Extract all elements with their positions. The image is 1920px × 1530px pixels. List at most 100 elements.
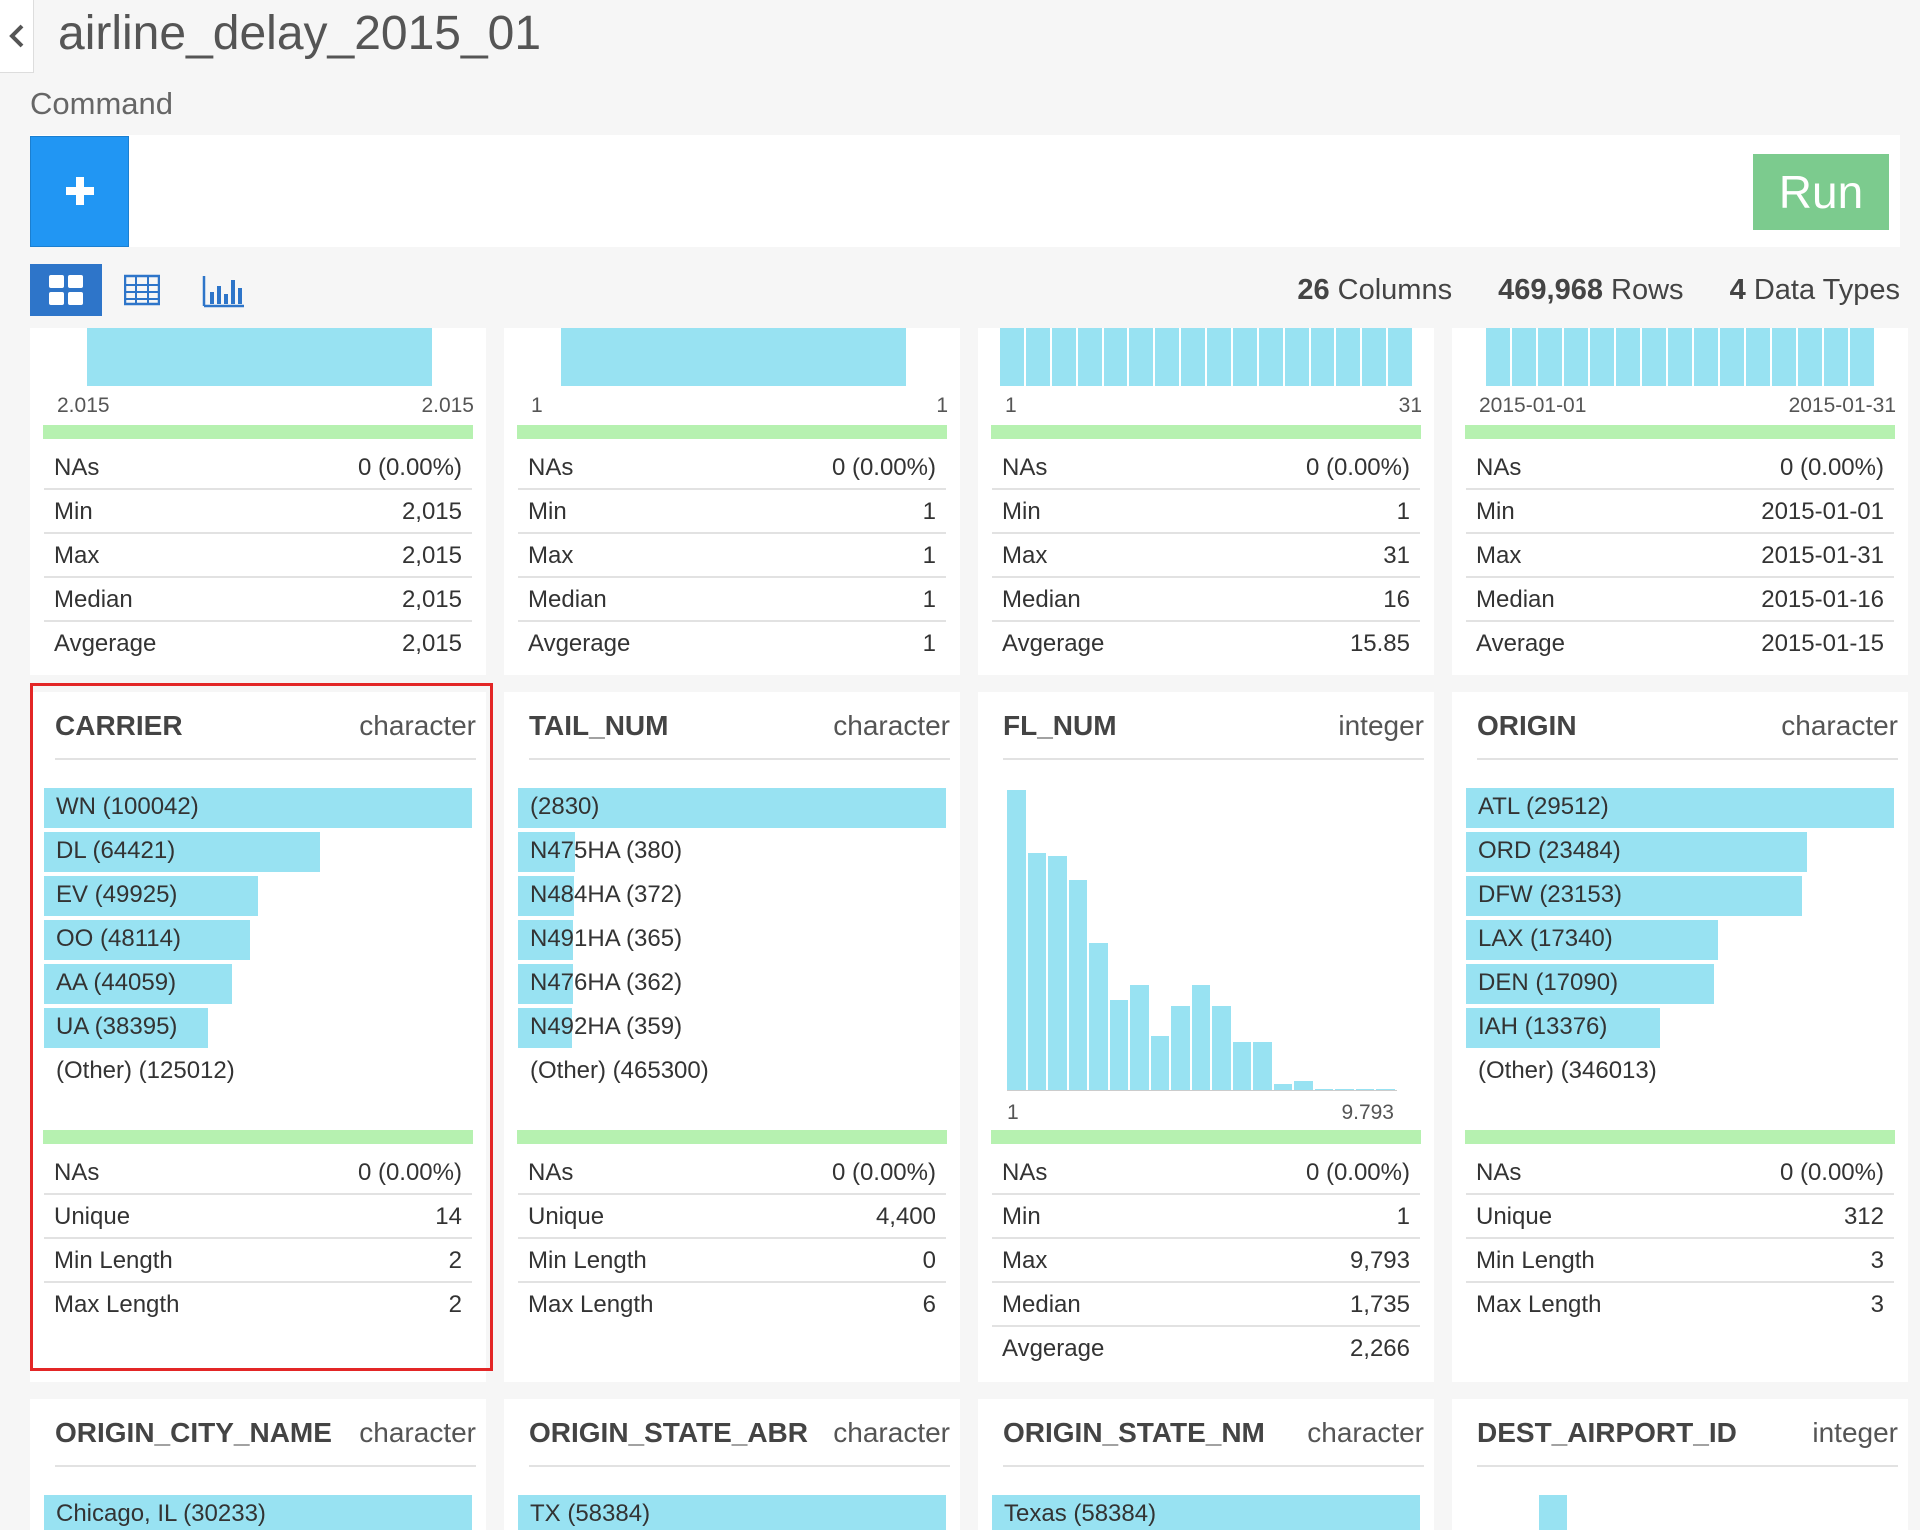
stat-label: NAs: [528, 454, 574, 481]
column-name: ORIGIN_CITY_NAME: [55, 1417, 332, 1448]
stat-row: NAs 0 (0.00%): [44, 446, 472, 490]
axis-min-label: 1: [1007, 1101, 1019, 1124]
histogram-bar: [1027, 853, 1047, 1090]
stat-label: Min Length: [528, 1247, 647, 1274]
card-header: DEST_AIRPORT_ID integer: [1477, 1417, 1898, 1467]
completeness-bar: [991, 425, 1421, 439]
column-card-origin[interactable]: ORIGIN character ATL (29512) ORD (23484)…: [1452, 692, 1908, 1382]
column-type: character: [833, 1417, 950, 1448]
stat-value: 4,400: [875, 1203, 936, 1230]
histogram-bar: [1207, 328, 1231, 386]
bar-row: N491HA (365): [518, 918, 946, 962]
stat-value: 2015-01-01: [1761, 498, 1884, 525]
stat-value: 2015-01-15: [1761, 630, 1884, 657]
table-view-icon: [124, 274, 160, 306]
stat-value: 31: [1383, 542, 1410, 569]
column-card[interactable]: 2.015 2.015 NAs 0 (0.00%) Min 2,015 Max 2,0…: [30, 328, 486, 675]
bar-label: TX (58384): [530, 1500, 651, 1527]
chart-view-icon: [202, 276, 244, 308]
bar-label: IAH (13376): [1478, 1013, 1608, 1040]
table-view-button[interactable]: [106, 264, 178, 316]
run-button[interactable]: Run: [1753, 154, 1889, 230]
histogram-bar: [1130, 985, 1149, 1090]
stat-value: 1: [1396, 1203, 1410, 1230]
bar-row: LAX (17340): [1466, 918, 1894, 962]
chart-view-button[interactable]: [184, 264, 256, 316]
bar-row: IAH (13376): [1466, 1006, 1894, 1050]
card-header: FL_NUM integer: [1003, 710, 1424, 760]
stats-table: NAs 0 (0.00%) Unique 4,400 Min Length 0 Max…: [518, 1151, 946, 1327]
histogram-bar: [1155, 328, 1180, 386]
bar-label: LAX (17340): [1478, 925, 1613, 952]
stat-row: Min 1: [992, 1195, 1420, 1239]
types-label: Data Types: [1753, 274, 1900, 306]
histogram-bar: [1694, 328, 1718, 386]
other-label: (Other) (346013): [1478, 1057, 1657, 1084]
histogram-bar: [1089, 943, 1108, 1090]
stat-value: 6: [922, 1291, 936, 1318]
stat-label: Max: [1002, 542, 1048, 569]
value-bars: TX (58384): [518, 1493, 946, 1530]
grid-view-button[interactable]: [30, 264, 102, 316]
histogram: [1007, 790, 1397, 1091]
column-card-fl-num[interactable]: FL_NUM integer 1 9.793 NAs 0 (0.00%) Min 1…: [978, 692, 1434, 1382]
stat-row: NAs 0 (0.00%): [992, 1151, 1420, 1195]
column-type: character: [1307, 1417, 1424, 1448]
stat-label: Median: [528, 586, 607, 613]
stats-table: NAs 0 (0.00%) Min 2015-01-01 Max 2015-01-31…: [1466, 446, 1894, 666]
stat-row: NAs 0 (0.00%): [518, 446, 946, 490]
histogram-bar: [1336, 328, 1361, 386]
card-header: ORIGIN_CITY_NAME character: [55, 1417, 476, 1467]
bar-label: DEN (17090): [1478, 969, 1619, 996]
stat-row: Median 16: [992, 578, 1420, 622]
completeness-bar: [517, 425, 947, 439]
back-button[interactable]: [0, 0, 34, 73]
column-card[interactable]: 1 1 NAs 0 (0.00%) Min 1 Max 1 Median 1 Avger…: [504, 328, 960, 675]
completeness-bar: [1465, 425, 1895, 439]
command-input[interactable]: [30, 135, 1900, 247]
stat-row: Max 31: [992, 534, 1420, 578]
histogram-bar: [1284, 328, 1309, 386]
histogram-bar: [1314, 1088, 1334, 1090]
histogram-bar: [1258, 328, 1283, 386]
stat-row: Avgerage 1: [518, 622, 946, 666]
bar-row: N492HA (359): [518, 1006, 946, 1050]
stat-label: Min: [1002, 1203, 1041, 1230]
column-name: TAIL_NUM: [529, 710, 669, 741]
stat-value: 3: [1870, 1247, 1884, 1274]
histogram-bar: [1355, 1088, 1375, 1090]
histogram-bar: [1388, 328, 1412, 386]
grid-view-icon: [49, 275, 83, 305]
histogram-bar: [1294, 1081, 1313, 1090]
histogram-bar: [87, 328, 432, 386]
stats-table: NAs 0 (0.00%) Min 1 Max 31 Median 16 Avgerag…: [992, 446, 1420, 666]
stat-label: NAs: [528, 1159, 574, 1186]
bar-label: N475HA (380): [530, 837, 683, 864]
stat-value: 0: [922, 1247, 936, 1274]
stat-row: Average 2015-01-15: [1466, 622, 1894, 666]
column-card-origin-state-abr[interactable]: ORIGIN_STATE_ABR character TX (58384): [504, 1399, 960, 1530]
add-command-button[interactable]: [30, 136, 129, 247]
value-bars: Chicago, IL (30233): [44, 1493, 472, 1530]
stat-label: NAs: [1002, 1159, 1048, 1186]
column-card-origin-city-name[interactable]: ORIGIN_CITY_NAME character Chicago, IL (…: [30, 1399, 486, 1530]
stat-row: Median 2,015: [44, 578, 472, 622]
stat-label: Max: [1476, 542, 1522, 569]
stat-row: Min Length 0: [518, 1239, 946, 1283]
column-card[interactable]: 1 31 NAs 0 (0.00%) Min 1 Max 31 Median 16 Av…: [978, 328, 1434, 675]
stat-value: 0 (0.00%): [1305, 1159, 1410, 1186]
column-card-dest-airport-id[interactable]: DEST_AIRPORT_ID integer: [1452, 1399, 1908, 1530]
other-row: (Other) (346013): [1466, 1050, 1894, 1094]
bar-row: N475HA (380): [518, 830, 946, 874]
bar-row: N476HA (362): [518, 962, 946, 1006]
stat-row: Max Length 3: [1466, 1283, 1894, 1327]
histogram-bar: [1720, 328, 1744, 386]
stat-row: Unique 4,400: [518, 1195, 946, 1239]
axis-max-label: 2.015: [421, 394, 474, 417]
column-card-tail-num[interactable]: TAIL_NUM character (2830) N475HA (380) N…: [504, 692, 960, 1382]
card-header: ORIGIN_STATE_NM character: [1003, 1417, 1424, 1467]
bar-row: N484HA (372): [518, 874, 946, 918]
histogram-bar: [1798, 328, 1822, 386]
column-card[interactable]: 2015-01-01 2015-01-31 NAs 0 (0.00%) Min 20…: [1452, 328, 1908, 675]
column-card-origin-state-nm[interactable]: ORIGIN_STATE_NM character Texas (58384): [978, 1399, 1434, 1530]
